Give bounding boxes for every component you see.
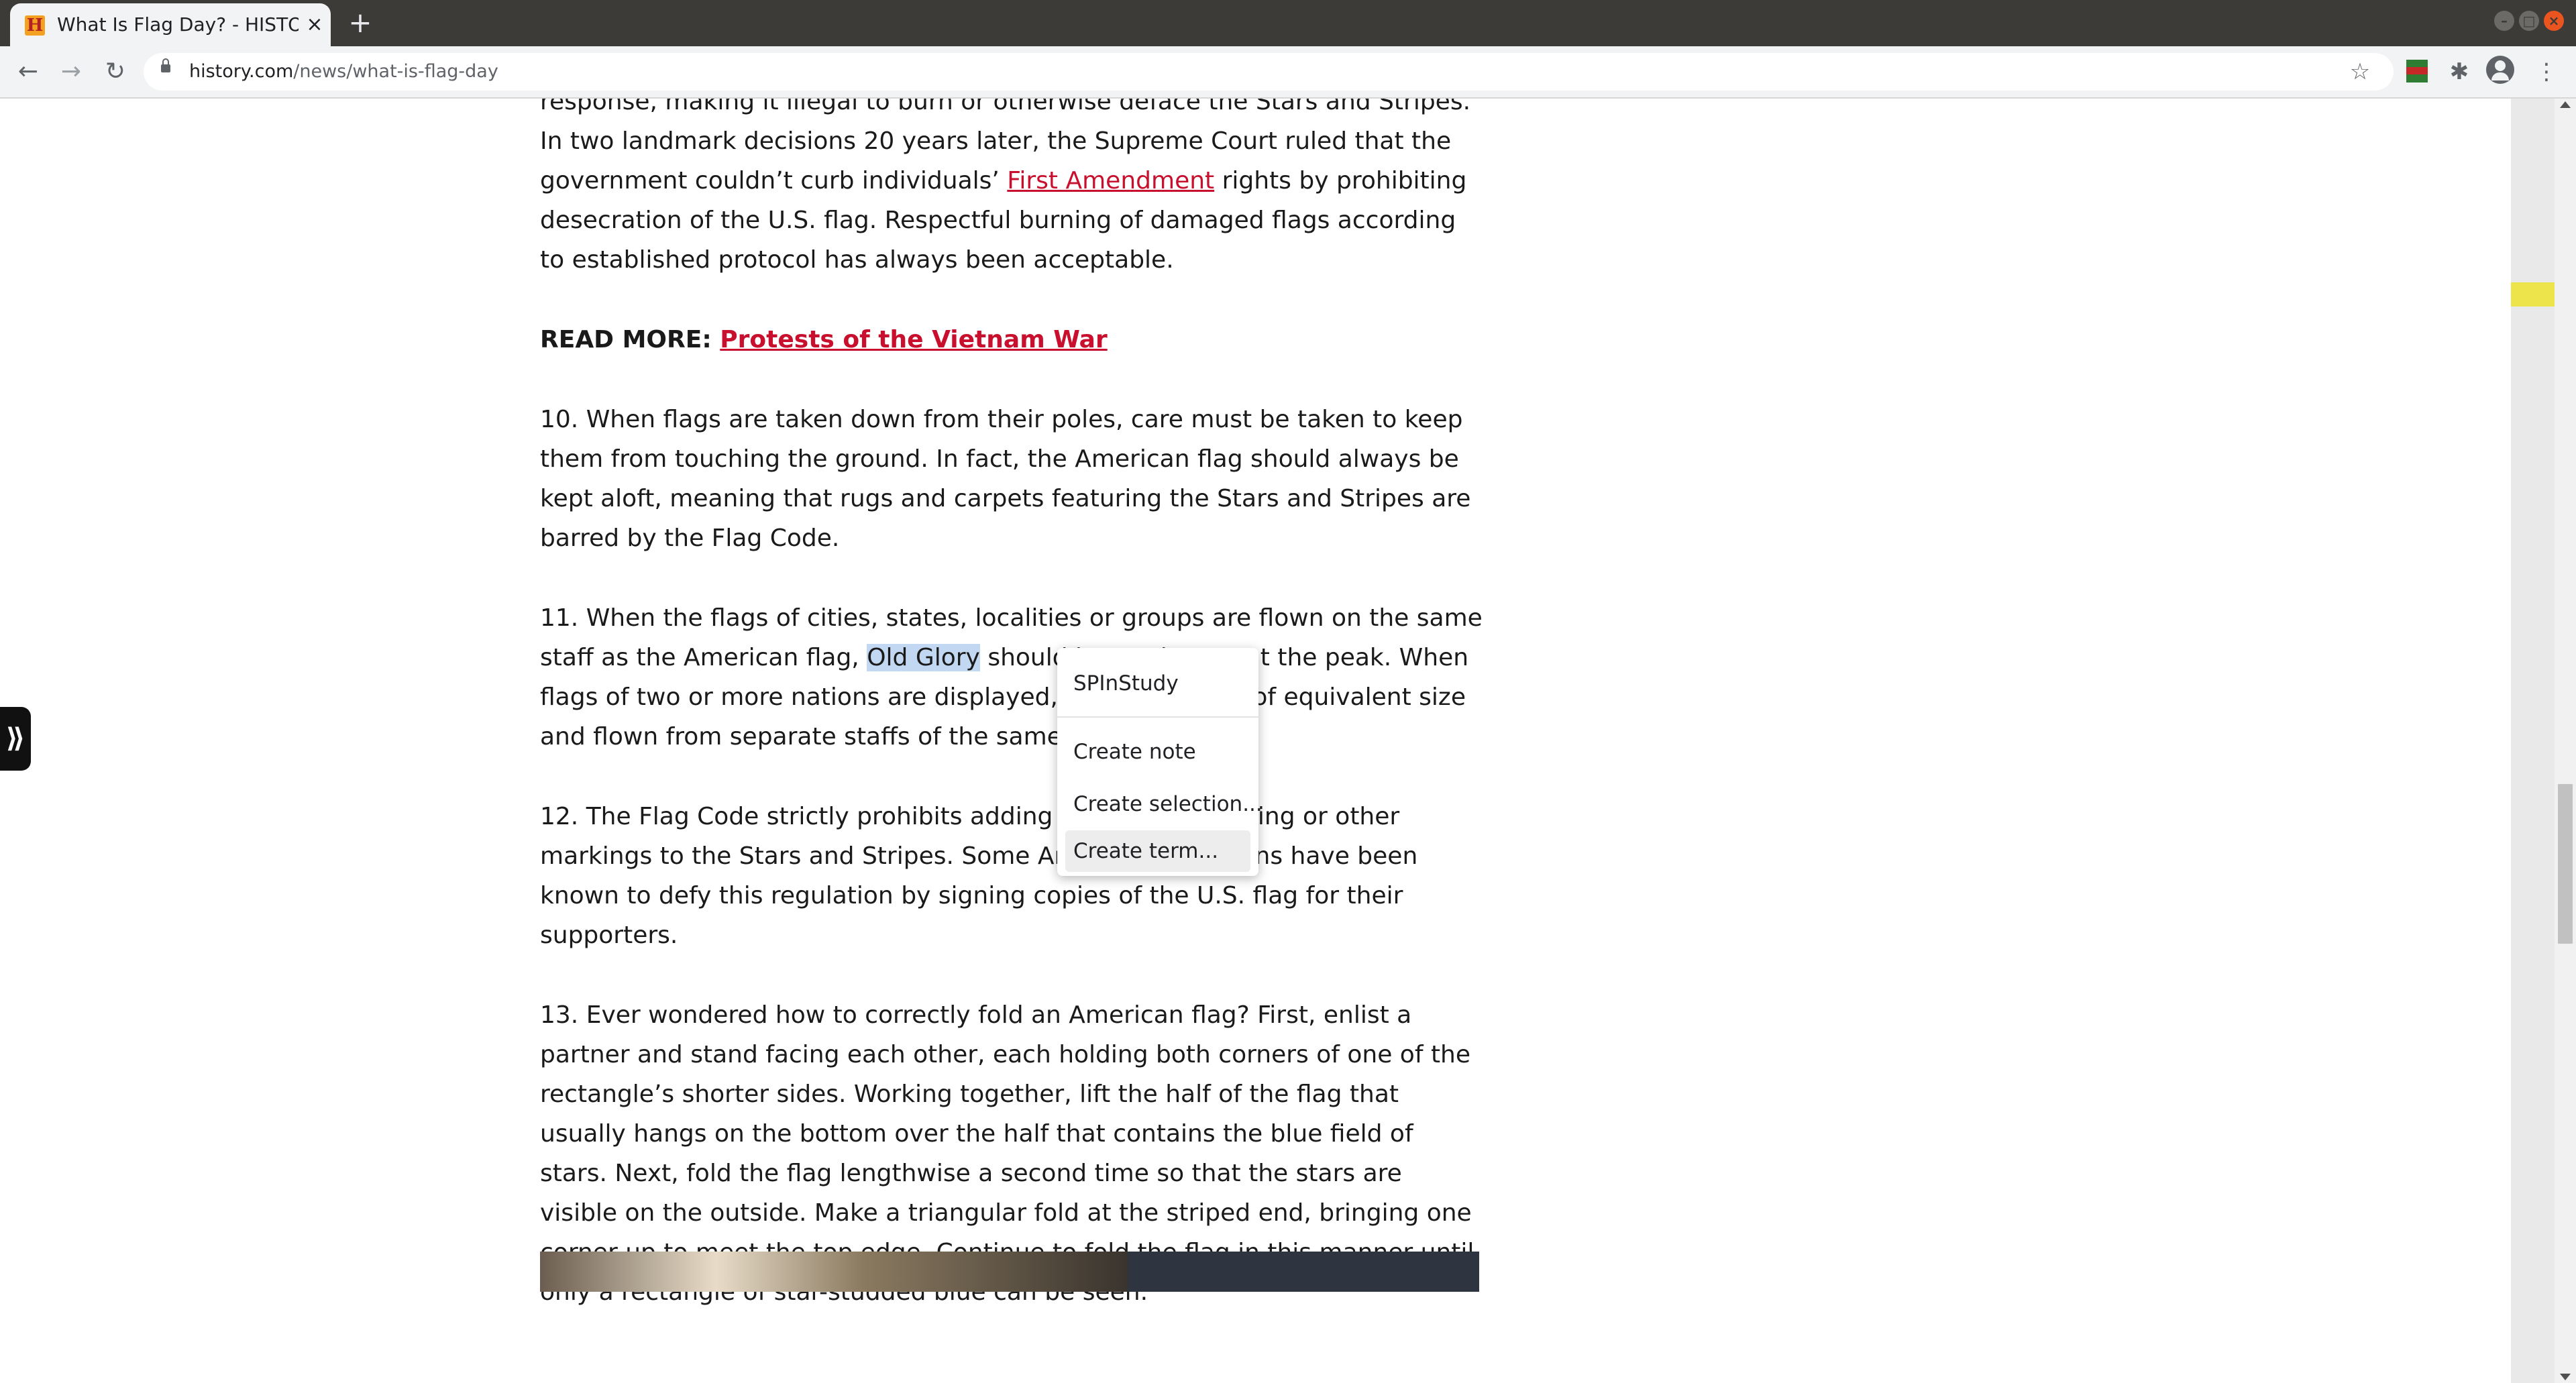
lock-icon [161,58,170,72]
url-path: /news/what-is-flag-day [293,61,498,82]
profile-avatar-icon[interactable] [2486,56,2514,84]
paragraph-10: 10. When flags are taken down from their… [540,406,1471,552]
first-amendment-link[interactable]: First Amendment [1007,167,1214,195]
maximize-icon[interactable]: □ [2519,11,2539,31]
read-more: READ MORE: Protests of the Vietnam War [540,320,1486,359]
browser-tab[interactable]: H What Is Flag Day? - HISTORY × [10,3,331,46]
sidebar-toggle-icon[interactable]: ⟫ [0,707,31,771]
article-image [540,1252,1479,1292]
vietnam-war-link[interactable]: Protests of the Vietnam War [720,326,1107,353]
browser-window: H What Is Flag Day? - HISTORY × + – □ × … [0,0,2576,1383]
browser-toolbar: ← → ↻ history.com/news/what-is-flag-day … [0,46,2576,99]
context-menu: SPInStudy Create note Create selection..… [1057,648,1263,876]
statue-photo [540,1252,1128,1292]
back-arrow-icon[interactable]: ← [12,56,44,88]
page-viewport: response, making it illegal to burn or o… [0,99,2555,1383]
minimize-icon[interactable]: – [2494,11,2514,31]
photo-dark-panel [1128,1252,1479,1292]
annotation-scroll-track[interactable] [2511,99,2555,1383]
annotation-marker[interactable] [2511,282,2555,307]
forward-arrow-icon[interactable]: → [55,56,87,88]
paragraph-12: 12. The Flag Code strictly prohibits add… [540,803,1418,949]
star-icon[interactable]: ☆ [2345,57,2375,87]
tab-strip: H What Is Flag Day? - HISTORY × + – □ × [0,0,2576,46]
flag-extension-icon[interactable] [2406,60,2428,82]
selected-text: Old Glory [867,644,980,671]
paragraph-9: response, making it illegal to burn or o… [540,99,1486,280]
scroll-down-icon[interactable] [2560,1374,2571,1380]
create-note-item[interactable]: Create note [1065,731,1250,773]
kebab-menu-icon[interactable]: ⋮ [2530,56,2563,88]
address-bar[interactable]: history.com/news/what-is-flag-day ☆ [144,53,2394,91]
create-selection-item[interactable]: Create selection... [1065,783,1263,825]
url-text: history.com/news/what-is-flag-day [189,60,498,84]
context-menu-separator [1057,716,1258,718]
scroll-up-icon[interactable] [2560,101,2571,108]
paragraph-11: 11. When the flags of cities, states, lo… [540,598,1486,757]
close-window-icon[interactable]: × [2544,11,2564,31]
create-term-item[interactable]: Create term... [1065,830,1250,872]
read-more-label: READ MORE: [540,326,720,353]
tab-close-icon[interactable]: × [303,13,327,37]
url-domain: history.com [189,61,294,82]
reload-icon[interactable]: ↻ [99,56,131,88]
history-favicon-icon: H [25,15,45,36]
tab-title: What Is Flag Day? - HISTORY [57,13,299,36]
context-menu-header: SPInStudy [1073,671,1179,696]
puzzle-icon[interactable]: ✱ [2443,56,2475,88]
article-body: response, making it illegal to burn or o… [540,99,1486,1352]
new-tab-button[interactable]: + [343,8,377,38]
page-scrollbar[interactable] [2555,99,2576,1383]
scroll-thumb[interactable] [2558,784,2573,944]
